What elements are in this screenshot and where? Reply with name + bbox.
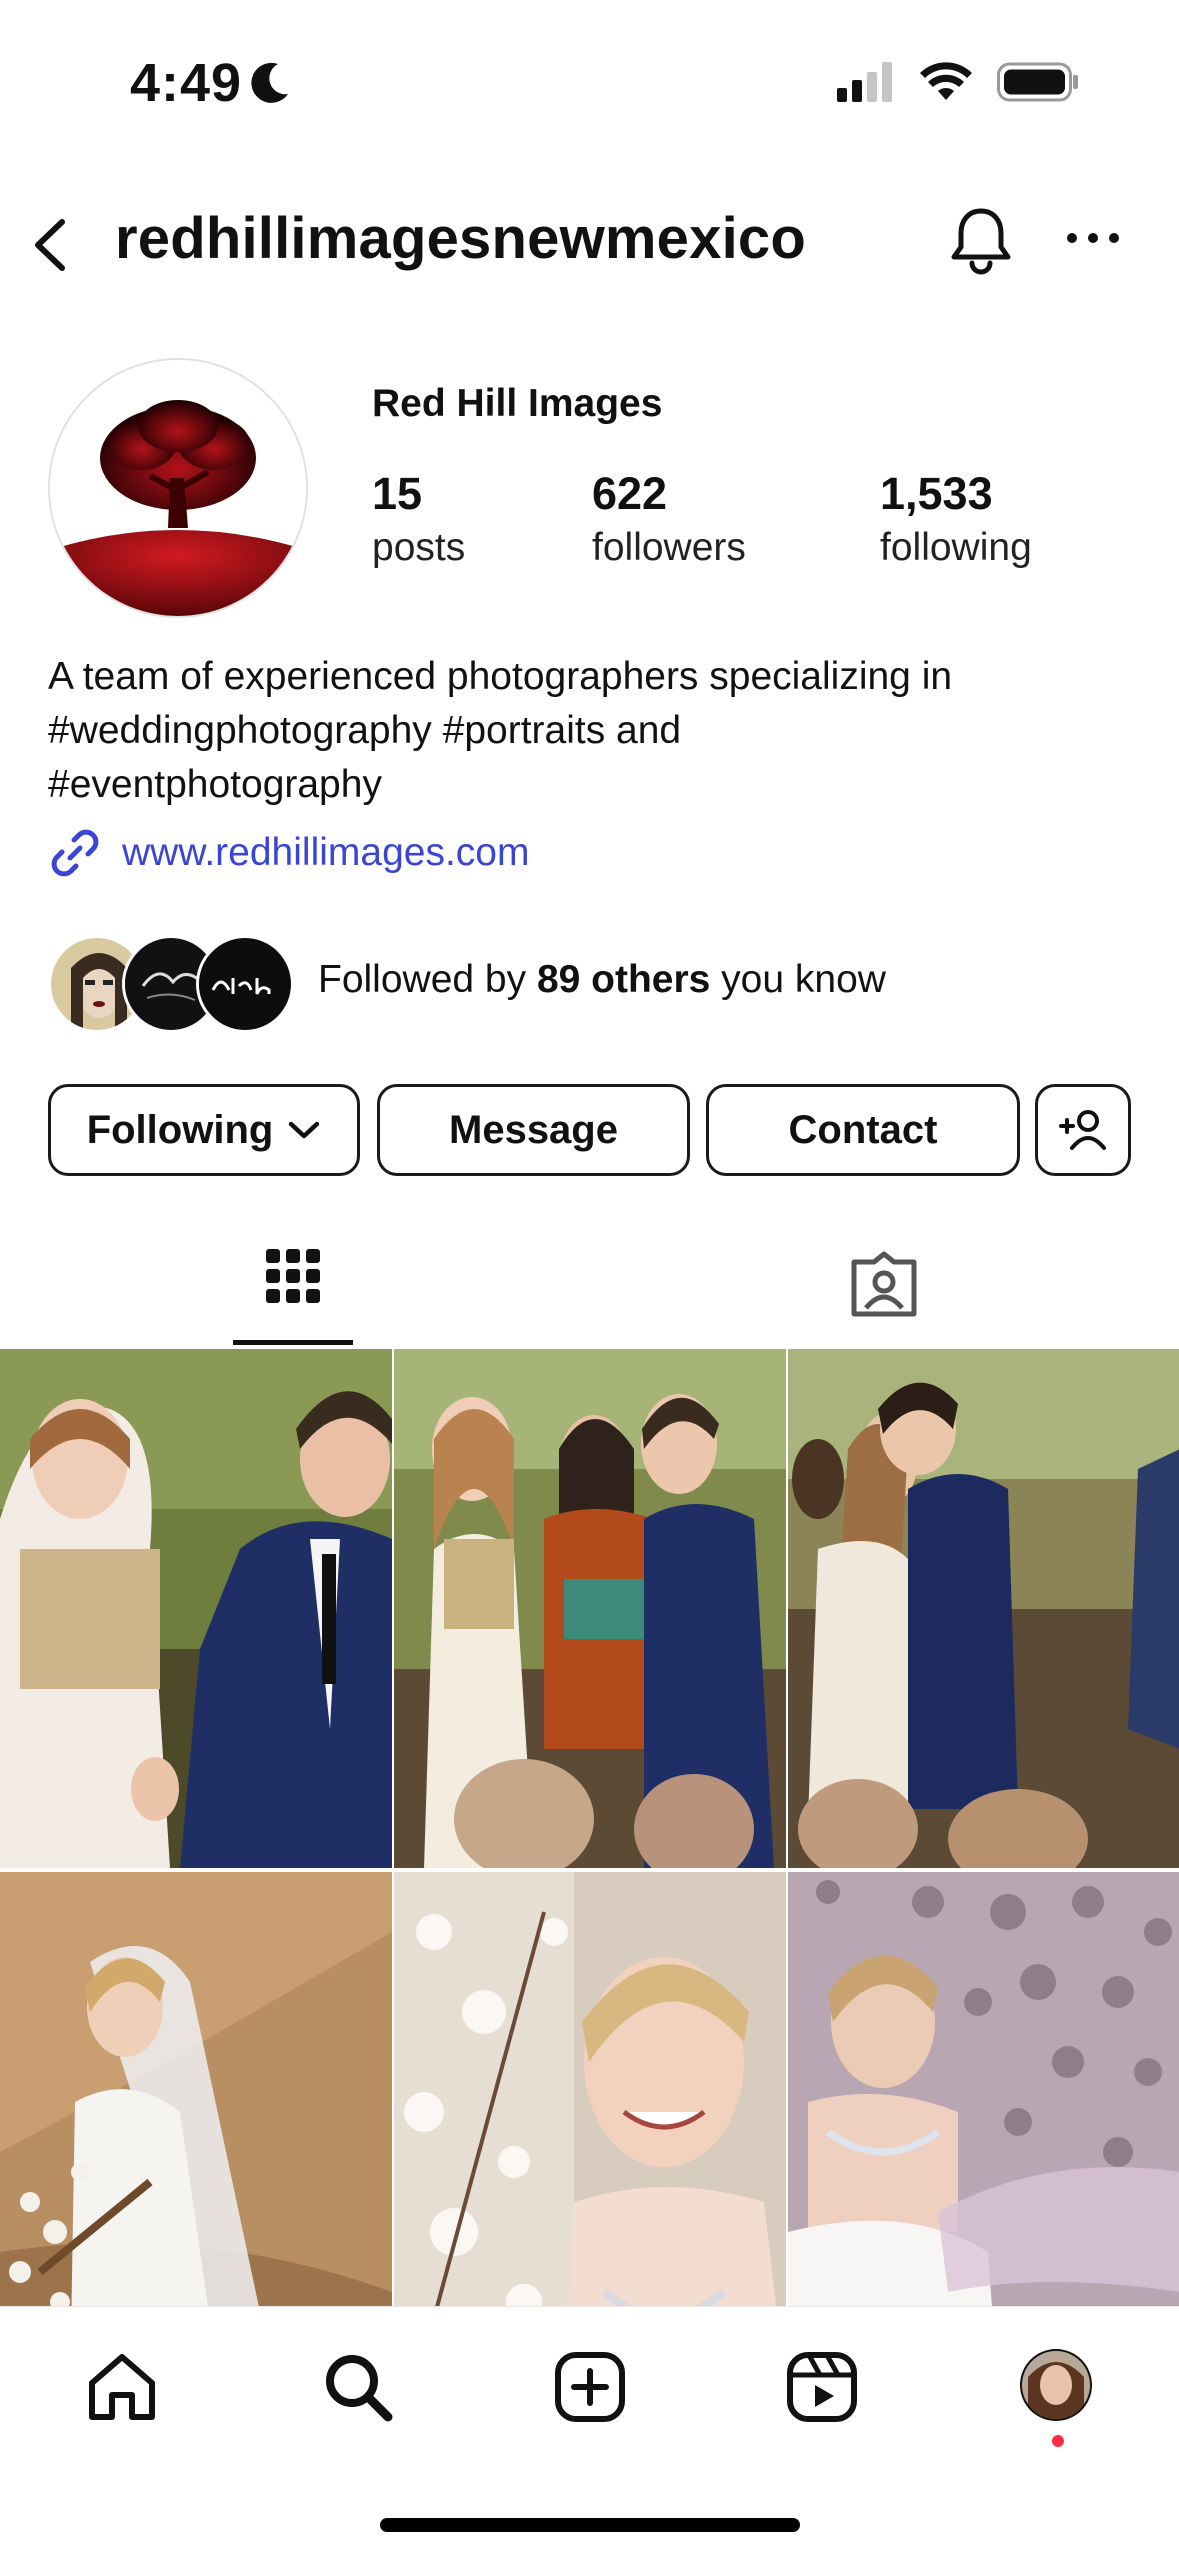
posts-count: 15 [372, 468, 423, 519]
active-tab-indicator [233, 1340, 353, 1345]
reels-icon [787, 2352, 857, 2422]
following-stat[interactable]: 1,533 following [880, 466, 1032, 574]
battery-icon [997, 62, 1078, 102]
create-icon [555, 2352, 625, 2422]
chevron-down-icon [289, 1121, 320, 1139]
following-count: 1,533 [880, 468, 993, 519]
grid-icon [266, 1249, 320, 1303]
moon-icon [250, 60, 292, 111]
following-button-label: Following [86, 1107, 274, 1152]
tab-tagged-posts[interactable] [848, 1250, 920, 1325]
nav-search[interactable] [318, 2347, 398, 2432]
following-button[interactable]: Following [48, 1084, 360, 1176]
more-icon [1067, 233, 1119, 243]
posts-grid [0, 1349, 1179, 2391]
profile-notification-dot [1052, 2435, 1064, 2447]
mutual-followers-avatars[interactable] [48, 935, 298, 1033]
grid-photo-couple-walking[interactable] [0, 1349, 392, 1868]
notifications-button[interactable] [948, 205, 1014, 280]
bio-line: #eventphotography [48, 763, 382, 806]
grid-photo-couple-kiss[interactable] [788, 1349, 1179, 1868]
followers-label: followers [592, 526, 746, 569]
tab-grid-posts[interactable] [232, 1235, 354, 1320]
bio-line: A team of experienced photographers spec… [48, 655, 953, 698]
chevron-left-icon [35, 219, 65, 271]
followers-stat[interactable]: 622 followers [592, 466, 746, 574]
nav-profile[interactable] [1018, 2347, 1094, 2428]
nav-home[interactable] [82, 2347, 162, 2432]
nav-create[interactable] [550, 2347, 630, 2432]
mutual-avatar [196, 935, 294, 1033]
followed-by-suffix: you know [710, 958, 886, 1001]
followed-by-prefix: Followed by [318, 958, 537, 1001]
posts-label: posts [372, 526, 466, 569]
profile-bio: A team of experienced photographers spec… [48, 650, 1138, 812]
following-label: following [880, 526, 1032, 569]
search-icon [326, 2355, 393, 2422]
contact-button-label: Contact [788, 1107, 938, 1152]
followers-count: 622 [592, 468, 668, 519]
profile-username: redhillimagesnewmexico [115, 206, 806, 271]
message-button-label: Message [449, 1107, 618, 1152]
message-button[interactable]: Message [377, 1084, 690, 1176]
posts-stat[interactable]: 15 posts [372, 466, 465, 574]
contact-button[interactable]: Contact [706, 1084, 1020, 1176]
add-person-icon [1059, 1110, 1106, 1150]
followed-by-count: 89 others [536, 958, 711, 1001]
status-icons [837, 62, 1079, 102]
home-icon [89, 2354, 155, 2420]
profile-avatar-logo[interactable] [48, 358, 308, 618]
grid-photo-ceremony-handshake[interactable] [394, 1349, 786, 1868]
profile-avatar [1020, 2349, 1092, 2421]
back-button[interactable] [24, 210, 74, 285]
display-name: Red Hill Images [372, 382, 663, 425]
suggested-accounts-button[interactable] [1035, 1084, 1131, 1176]
website-link-text[interactable]: www.redhillimages.com [122, 831, 529, 875]
followed-by-text[interactable]: Followed by 89 others you know [318, 958, 886, 1002]
tagged-icon [851, 1251, 917, 1317]
website-link[interactable]: www.redhillimages.com [48, 826, 529, 880]
link-icon [51, 829, 99, 877]
bio-line: #weddingphotography #portraits and [48, 709, 682, 752]
cellular-signal-icon [837, 62, 892, 102]
bell-icon [951, 208, 1011, 275]
nav-reels[interactable] [782, 2347, 862, 2432]
status-time: 4:49 [130, 53, 243, 113]
wifi-icon [920, 62, 972, 100]
home-indicator [380, 2518, 800, 2532]
more-options-button[interactable] [1065, 228, 1121, 253]
